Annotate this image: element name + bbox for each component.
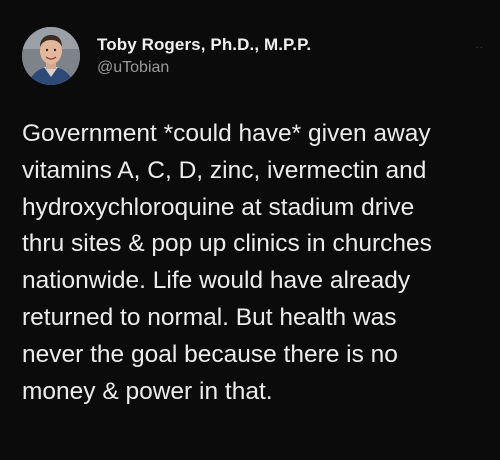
- profile-photo-icon: [22, 27, 80, 85]
- tweet-card: Toby Rogers, Ph.D., M.P.P. @uTobian ·· G…: [0, 0, 500, 460]
- more-dots-icon[interactable]: ··: [475, 42, 484, 53]
- author-handle[interactable]: @uTobian: [97, 57, 311, 79]
- author-names: Toby Rogers, Ph.D., M.P.P. @uTobian: [97, 34, 311, 79]
- tweet-text: Government *could have* given away vitam…: [22, 120, 432, 405]
- avatar[interactable]: [22, 27, 80, 85]
- tweet-header: Toby Rogers, Ph.D., M.P.P. @uTobian: [22, 26, 311, 86]
- author-display-name[interactable]: Toby Rogers, Ph.D., M.P.P.: [97, 34, 311, 56]
